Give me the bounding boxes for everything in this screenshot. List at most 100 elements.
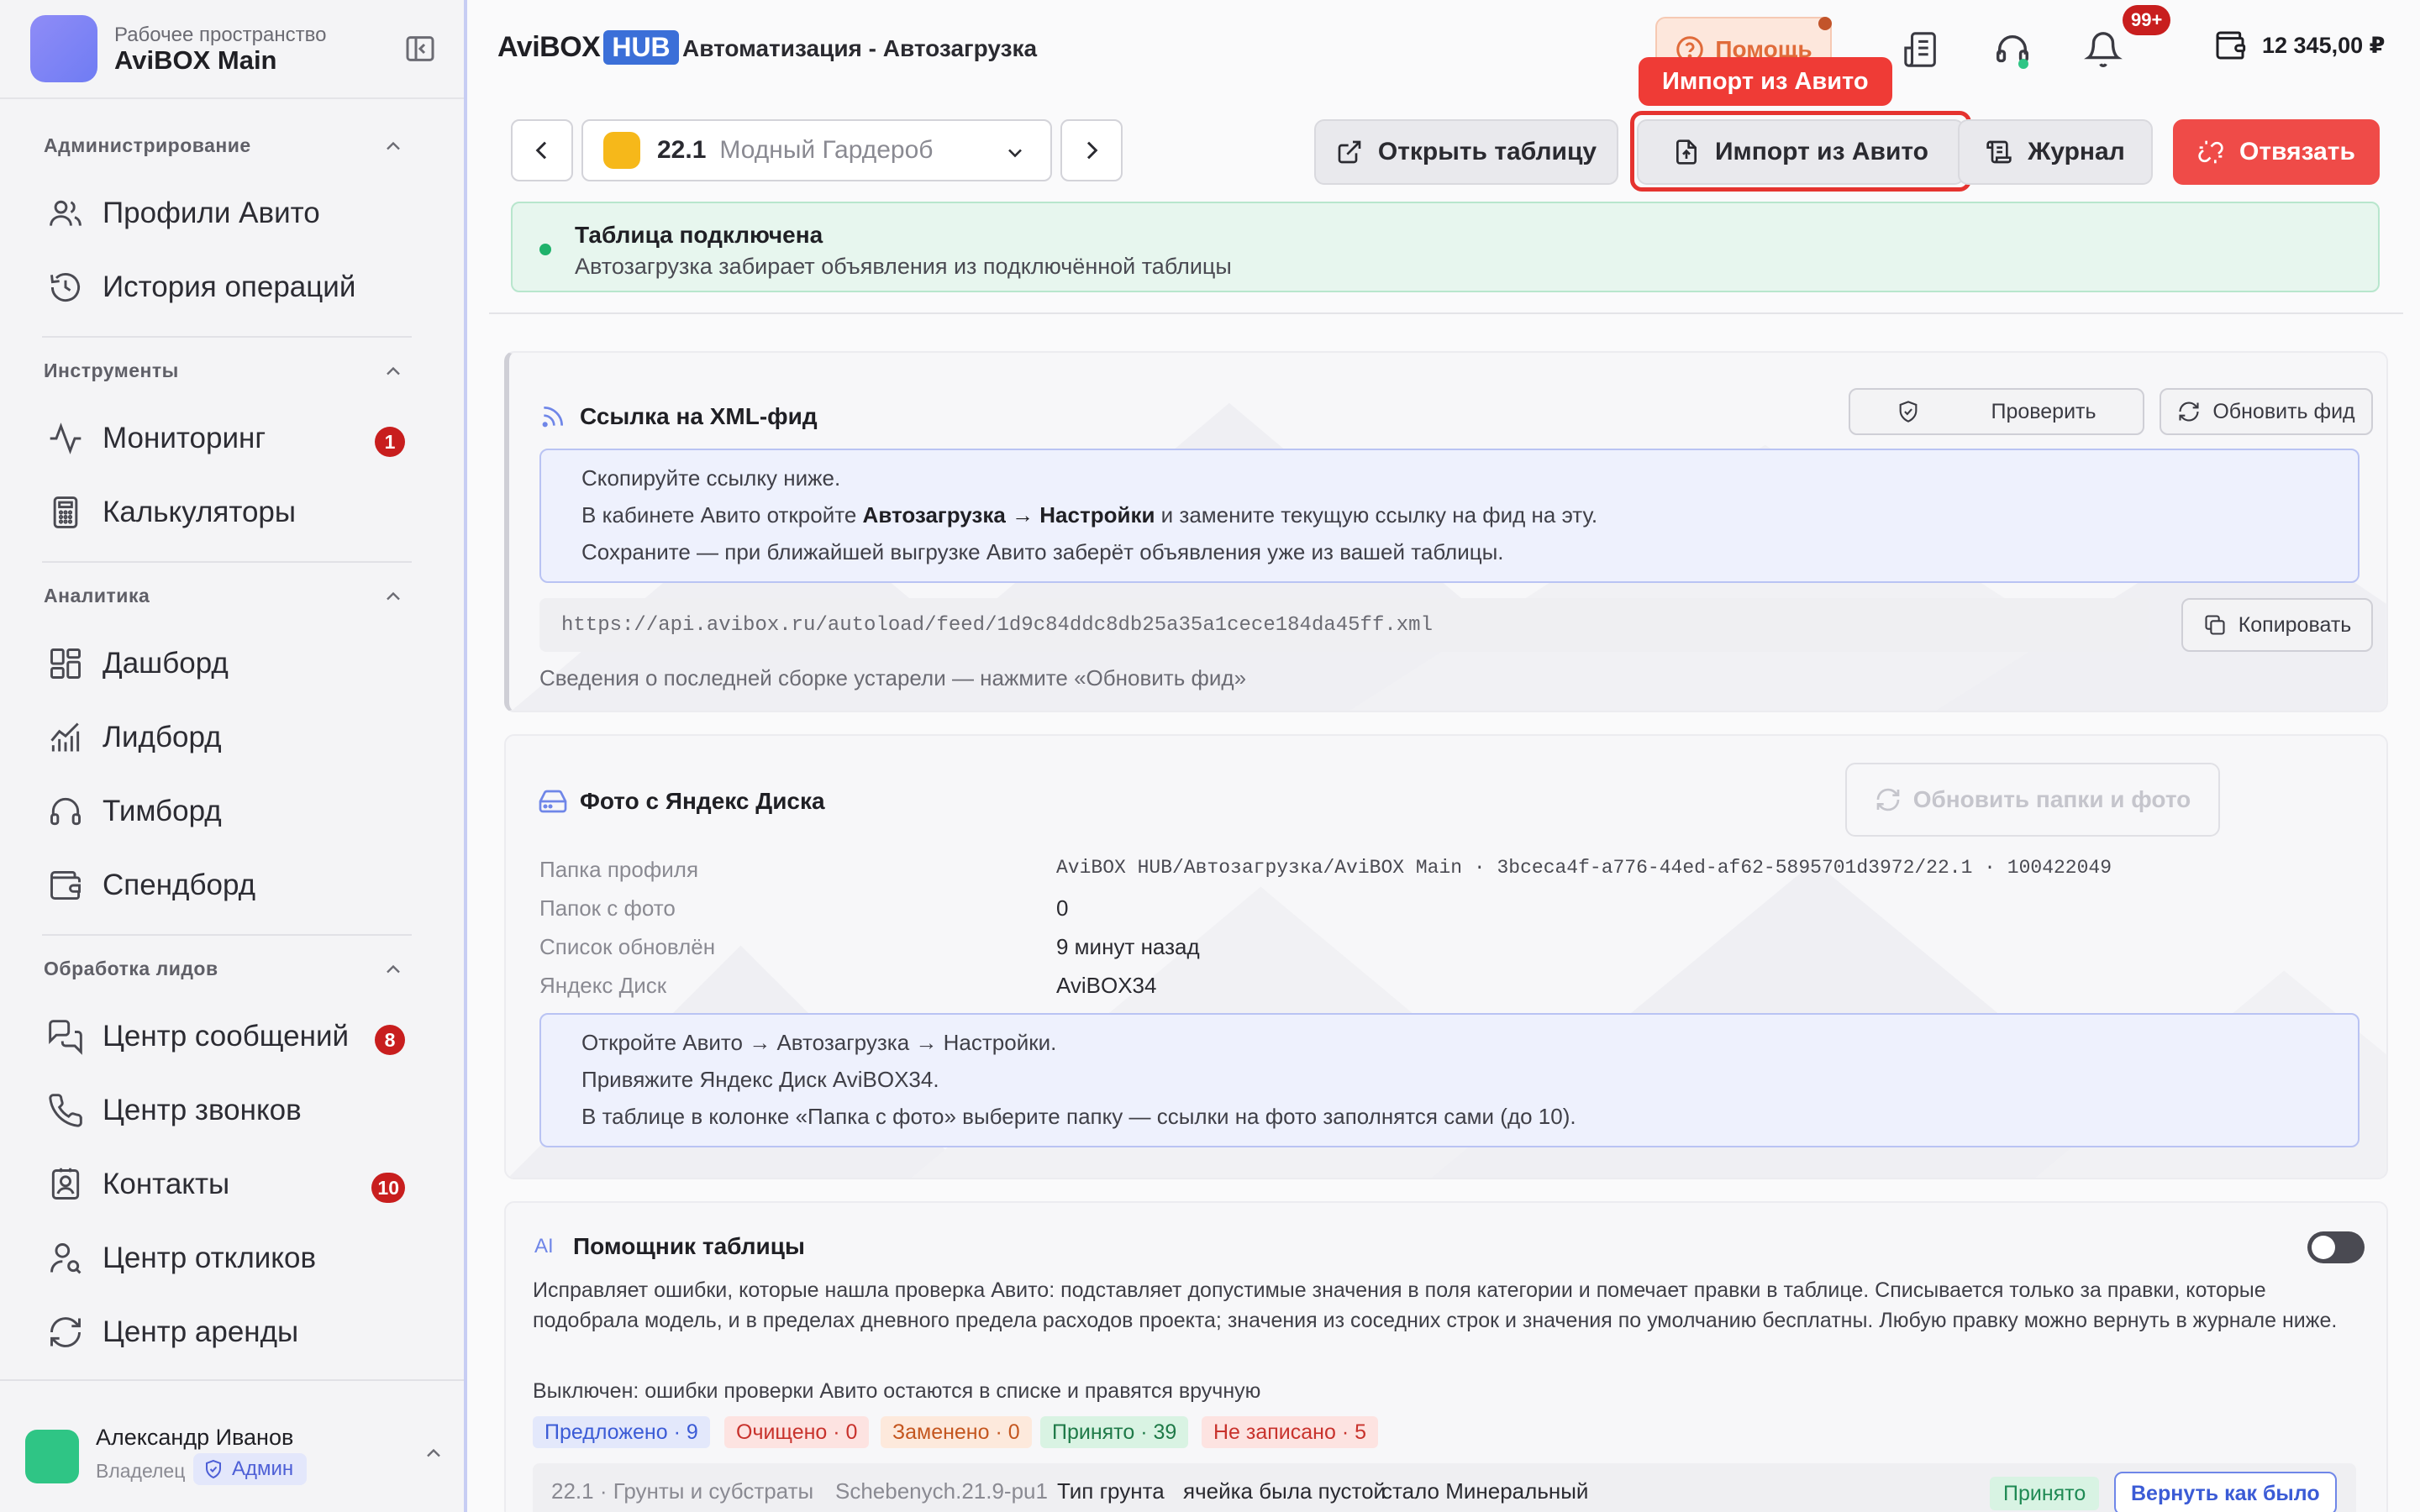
scroll-icon <box>1986 140 2012 164</box>
sidebar-item-label: Центр сообщений <box>103 1020 350 1053</box>
chevron-right-icon <box>1086 141 1098 160</box>
chevron-down-icon <box>1008 149 1022 158</box>
sidebar-item-calls[interactable]: Центр звонков <box>34 1080 420 1141</box>
xml-instructions: Скопируйте ссылку ниже. В кабинете Авито… <box>539 449 2360 583</box>
brand-name: AviBOX <box>497 31 601 63</box>
sidebar-item-spendboard[interactable]: Спендборд <box>34 855 420 916</box>
history-icon <box>50 272 80 302</box>
unlink-button[interactable]: Отвязать <box>2173 119 2380 185</box>
top-bar: AviBOX HUB Автоматизация - Автозагрузка … <box>471 0 2420 99</box>
sidebar-item-responses[interactable]: Центр откликов <box>34 1228 420 1289</box>
row-field: Тип грунта <box>1057 1478 1165 1504</box>
revert-button[interactable]: Вернуть как было <box>2114 1472 2337 1512</box>
sidebar-item-rent[interactable]: Центр аренды <box>34 1302 420 1362</box>
online-status-dot <box>2018 59 2028 69</box>
copy-url-button[interactable]: Копировать <box>2181 598 2373 652</box>
sidebar-item-dashboard[interactable]: Дашборд <box>34 633 420 694</box>
kv-value: AviBOX HUB/Автозагрузка/AviBOX Main · 3b… <box>1056 857 2112 879</box>
avatar <box>25 1430 79 1483</box>
user-profile[interactable]: Александр Иванов Владелец Админ <box>0 1379 464 1512</box>
open-table-button[interactable]: Открыть таблицу <box>1314 119 1618 185</box>
section-title-leads: Обработка лидов <box>44 958 218 979</box>
sidebar-item-monitoring[interactable]: Мониторинг 1 <box>34 408 420 469</box>
stats-chips: Предложено · 9 Очищено · 0 Заменено · 0 … <box>533 1416 1541 1450</box>
chevron-up-icon[interactable] <box>381 958 405 981</box>
messages-icon <box>49 1020 82 1055</box>
journal-button[interactable]: Журнал <box>1958 119 2153 185</box>
refresh-folders-button[interactable]: Обновить папки и фото <box>1845 763 2220 837</box>
instruction-line: В таблице в колонке «Папка с фото» выбер… <box>581 1104 1576 1129</box>
admin-badge-label: Админ <box>232 1457 294 1480</box>
balance[interactable]: 12 345,00 ₽ <box>2213 29 2385 62</box>
sidebar-item-teamboard[interactable]: Тимборд <box>34 781 420 842</box>
row-after: стало Минеральный <box>1381 1478 1589 1504</box>
page-title: Автоматизация - Автозагрузка <box>682 35 1038 61</box>
sidebar-item-label: Центр аренды <box>103 1315 299 1348</box>
assistant-description: Исправляет ошибки, которые нашла проверк… <box>533 1278 2338 1332</box>
sidebar-item-label: Лидборд <box>103 721 222 753</box>
refresh-feed-button[interactable]: Обновить фид <box>2160 388 2373 435</box>
feed-hint: Сведения о последней сборке устарели — н… <box>539 665 1247 690</box>
project-name: Модный Гардероб <box>719 136 934 164</box>
sidebar-item-leadboard[interactable]: Лидборд <box>34 707 420 768</box>
balance-amount: 12 345,00 ₽ <box>2262 32 2386 58</box>
sidebar-item-history[interactable]: История операций <box>34 257 420 318</box>
chevron-up-icon[interactable] <box>381 134 405 158</box>
status-banner: Таблица подключена Автозагрузка забирает… <box>511 202 2380 292</box>
sidebar-item-messages[interactable]: Центр сообщений 8 <box>34 1006 420 1067</box>
xml-feed-card: Ссылка на XML-фид Проверить Обновить фид… <box>504 351 2388 712</box>
assistant-card-title: Помощник таблицы <box>573 1233 805 1259</box>
instruction-line: Скопируйте ссылку ниже. <box>581 465 841 491</box>
bell-icon[interactable] <box>2084 30 2123 69</box>
check-feed-button[interactable]: Проверить <box>1849 388 2144 435</box>
sidebar-collapse-icon[interactable] <box>403 32 437 66</box>
sidebar-item-contacts[interactable]: Контакты 10 <box>34 1154 420 1215</box>
refresh-folders-label: Обновить папки и фото <box>1912 786 2191 812</box>
sidebar-item-avito-profiles[interactable]: Профили Авито <box>34 183 420 244</box>
prev-project-button[interactable] <box>511 119 573 181</box>
next-project-button[interactable] <box>1060 119 1123 181</box>
shield-check-icon <box>1900 401 1918 423</box>
workspace-header[interactable]: Рабочее пространство AviBOX Main <box>0 0 464 99</box>
chevron-up-icon[interactable] <box>381 360 405 383</box>
sidebar-item-label: Профили Авито <box>103 197 320 229</box>
table-assistant-card: AI Помощник таблицы Исправляет ошибки, к… <box>504 1201 2388 1512</box>
workspace-logo <box>30 15 97 82</box>
sidebar-item-calculators[interactable]: Калькуляторы <box>34 482 420 543</box>
project-select[interactable]: 22.1 Модный Гардероб <box>581 119 1052 181</box>
instruction-line: В кабинете Авито откройте Автозагрузка →… <box>581 502 1598 528</box>
chip-cleared[interactable]: Очищено · 0 <box>724 1416 870 1448</box>
yadisk-instructions: Откройте Авито → Автозагрузка → Настройк… <box>539 1013 2360 1147</box>
refresh-feed-label: Обновить фид <box>2212 399 2355 423</box>
user-role: Владелец <box>96 1460 186 1482</box>
workspace-title: AviBOX Main <box>114 45 277 75</box>
row-before: ячейка была пустой <box>1183 1478 1386 1504</box>
check-label: Проверить <box>1991 399 2096 423</box>
chip-replaced[interactable]: Заменено · 0 <box>881 1416 1032 1448</box>
content-area: Ссылка на XML-фид Проверить Обновить фид… <box>489 312 2403 1512</box>
status-dot <box>539 244 551 255</box>
project-color-dot <box>603 132 640 169</box>
chip-proposed[interactable]: Предложено · 9 <box>533 1416 710 1448</box>
chevron-left-icon <box>535 141 547 160</box>
brand-logo[interactable]: AviBOX HUB <box>497 30 679 65</box>
project-toolbar: 22.1 Модный Гардероб Открыть таблицу Имп… <box>471 99 2420 200</box>
chip-not-written[interactable]: Не записано · 5 <box>1202 1416 1379 1448</box>
kv-key: Папок с фото <box>539 895 676 921</box>
chevron-up-icon[interactable] <box>422 1441 445 1465</box>
newspaper-icon[interactable] <box>1902 30 1941 69</box>
assistant-toggle[interactable] <box>2307 1231 2365 1263</box>
instruction-line: Сохраните — при ближайшей выгрузке Авито… <box>581 539 1504 564</box>
chip-accepted[interactable]: Принято · 39 <box>1040 1416 1189 1448</box>
headset-icon <box>50 797 81 826</box>
brand-hub-tag: HUB <box>603 30 679 65</box>
assistant-state: Выключен: ошибки проверки Авито остаются… <box>533 1379 1261 1403</box>
highlight-ring <box>1630 111 1971 192</box>
row-status-badge: Принято <box>1990 1477 2100 1510</box>
kv-value: 0 <box>1056 895 1069 921</box>
refresh-icon <box>50 1317 81 1347</box>
copy-icon <box>2205 615 2225 635</box>
chevron-up-icon[interactable] <box>381 585 405 608</box>
feed-url-field[interactable]: https://api.avibox.ru/autoload/feed/1d9c… <box>539 598 2149 652</box>
workspace-subtitle: Рабочее пространство <box>114 24 327 46</box>
